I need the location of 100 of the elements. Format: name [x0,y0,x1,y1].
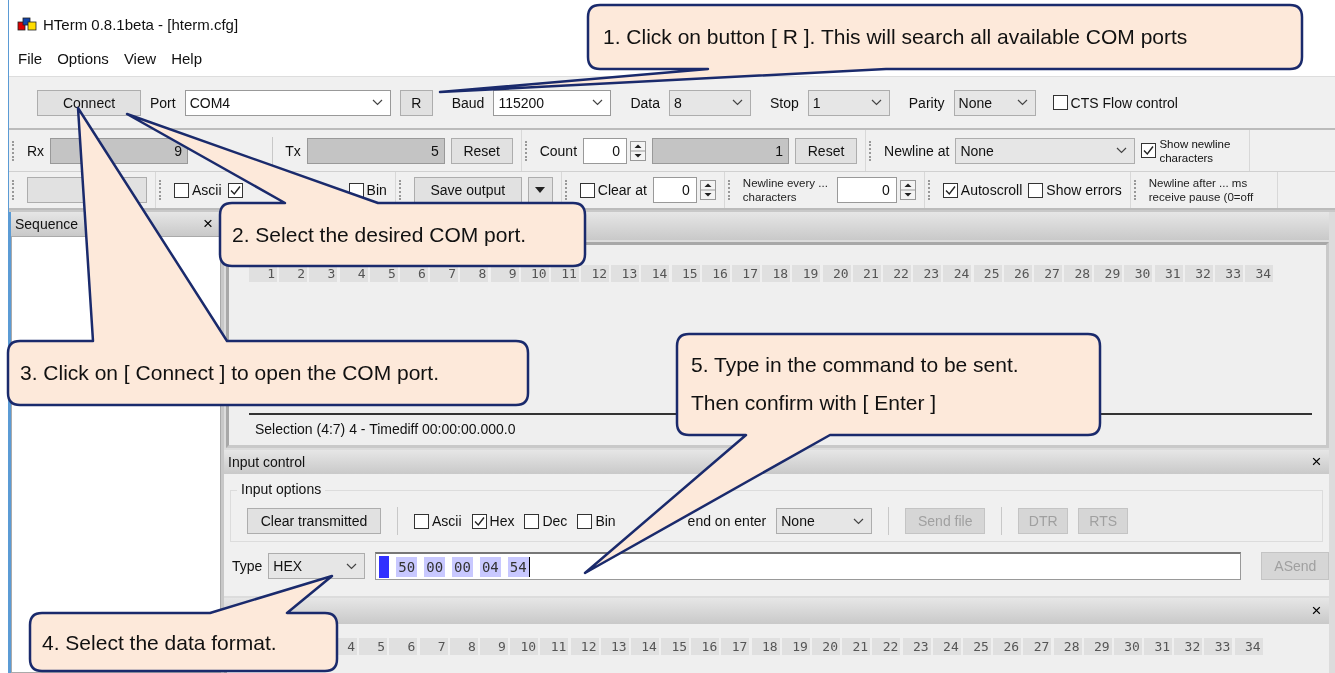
grip-handle[interactable] [12,180,17,200]
option-label: Newline after ... ms receive pause (0=off [1148,176,1255,204]
dropdown[interactable]: 1 [807,89,890,116]
column-number: 22 [882,265,911,282]
checkbox[interactable] [174,182,189,198]
chevron-down-icon[interactable] [592,99,604,106]
checkbox[interactable] [1052,95,1068,110]
menu-item[interactable]: View [123,49,157,67]
menu-item[interactable]: Options [57,49,109,67]
command-input[interactable]: 50 00 00 04 54 [375,552,1242,580]
spin-arrows-icon[interactable] [630,140,647,161]
hex-byte: 00 [452,556,473,577]
checkbox[interactable] [1141,143,1157,158]
column-number: 27 [1023,638,1052,655]
checkbox-label: Bin [595,513,616,529]
field-label: end on enter [687,513,767,529]
column-number: 5 [359,638,388,655]
status-text: Selection (4:7) 4 - Timediff 00:00:00.000.0 [254,421,517,437]
checkbox-label: Show newline characters [1159,136,1232,165]
grip-handle[interactable] [564,180,570,200]
chevron-down-icon[interactable] [1116,147,1128,154]
dropdown[interactable]: 8 [668,89,751,116]
toolbar-button[interactable]: Clear transmitted [247,508,381,534]
checkbox[interactable] [227,182,243,198]
checkbox[interactable] [471,513,487,529]
grip-handle[interactable] [12,140,17,161]
dropdown[interactable]: 115200 [493,89,612,116]
callout-text: 1. Click on button [ R ]. This will search all available COM ports [603,24,1188,50]
dropdown[interactable]: None [955,137,1136,164]
dropdown[interactable]: COM4 [184,89,391,116]
toolbar-button[interactable]: R [399,89,433,116]
checkbox-label: Show errors [1046,182,1122,198]
column-number: 14 [641,265,670,282]
checkbox[interactable] [577,513,593,529]
toolbar-button[interactable]: Reset [795,137,858,164]
hex-byte: 50 [396,556,418,577]
callout-text: 2. Select the desired COM port. [232,222,527,248]
checkmark-icon [1142,144,1156,157]
chevron-down-icon[interactable] [731,99,743,106]
column-number: 26 [1003,265,1032,282]
field-label: Stop [769,94,799,111]
grip-handle[interactable] [159,180,164,200]
close-button[interactable]: × [1307,453,1326,471]
dropdown[interactable]: HEX [268,553,366,579]
column-number: 12 [581,265,610,282]
column-number: 16 [691,638,720,655]
menu-item[interactable]: Help [171,49,202,67]
column-number: 34 [1245,265,1274,282]
dropdown-button[interactable] [527,177,553,203]
grip-handle[interactable] [727,180,733,200]
close-button[interactable]: × [1307,602,1326,620]
spin-field[interactable]: 0 [652,177,697,203]
toolbar-button[interactable]: Save output [413,177,522,203]
menu-item[interactable]: File [18,49,43,67]
chevron-down-icon[interactable] [870,99,882,106]
grip-handle[interactable] [927,180,933,200]
column-number: 19 [792,265,821,282]
checkmark-icon [472,514,486,528]
checkbox-label: Ascii [192,182,222,198]
column-number: 12 [570,638,599,655]
column-number: 13 [611,265,640,282]
dropdown[interactable]: None [953,89,1036,116]
grip-handle[interactable] [398,180,404,200]
spin-field[interactable]: 0 [836,177,897,203]
field-label: Tx [285,142,301,159]
spin-arrows-icon[interactable] [899,180,916,200]
column-number: 31 [1144,638,1173,655]
dropdown[interactable]: None [776,508,873,534]
toolbar-button[interactable]: Connect [37,89,141,116]
spin-field[interactable]: 0 [583,137,628,164]
column-number: 29 [1083,638,1112,655]
field-label: Port [150,94,176,111]
column-number: 21 [852,265,881,282]
chevron-down-icon[interactable] [346,562,358,570]
column-number: 27 [1033,265,1062,282]
chevron-down-icon[interactable] [1016,99,1028,106]
panel-title: Input control [228,454,306,470]
checkbox[interactable] [414,513,429,529]
close-button[interactable]: × [199,215,217,233]
column-number: 15 [671,265,700,282]
column-number: 23 [902,638,931,655]
hex-byte: 00 [424,556,446,577]
spin-arrows-icon[interactable] [699,180,716,200]
chevron-down-icon[interactable] [371,99,383,106]
checkbox-label: Autoscroll [960,182,1023,198]
toolbar-button[interactable]: Reset [450,137,513,164]
column-number: 32 [1174,638,1203,655]
grip-handle[interactable] [524,140,530,161]
column-number: 20 [812,638,840,655]
column-number: 6 [389,638,418,655]
column-number: 8 [449,638,478,655]
checkbox[interactable] [524,513,540,529]
checkbox[interactable] [579,182,595,198]
grip-handle[interactable] [1133,180,1139,200]
column-number: 21 [842,638,871,655]
column-number: 17 [721,638,750,655]
column-number: 24 [943,265,972,282]
checkbox[interactable] [1028,182,1044,198]
chevron-down-icon[interactable] [853,517,865,525]
checkbox[interactable] [942,182,958,198]
